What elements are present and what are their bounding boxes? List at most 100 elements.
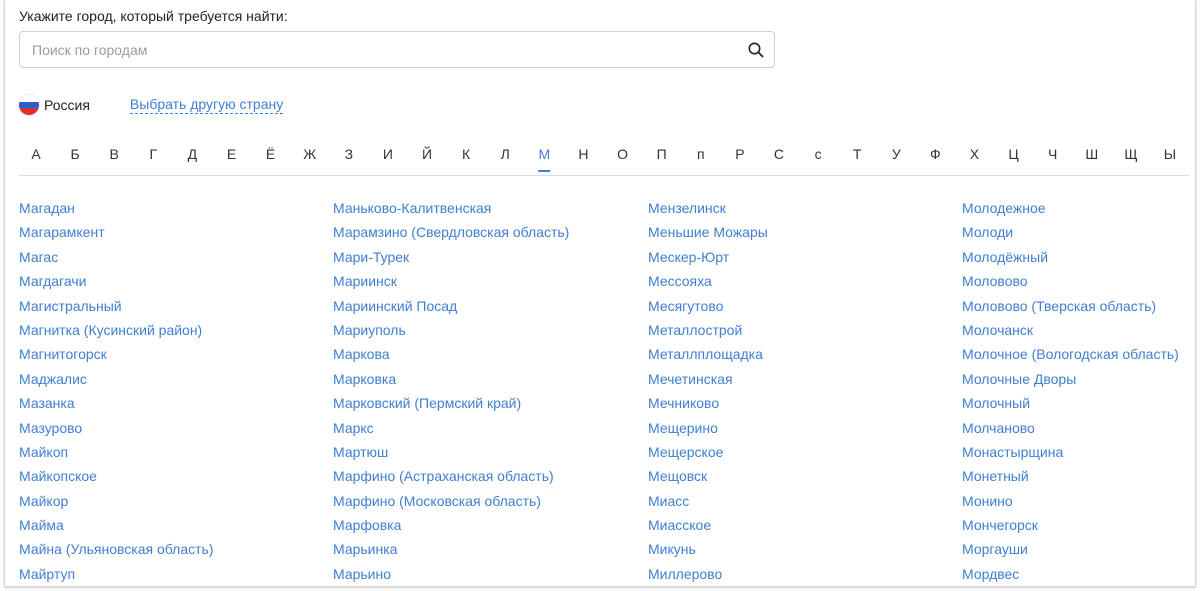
city-link[interactable]: Магдагачи bbox=[19, 269, 213, 293]
letter-tab[interactable]: И bbox=[383, 146, 393, 170]
letter-tab[interactable]: У bbox=[892, 146, 901, 170]
city-link[interactable]: Меньшие Можары bbox=[648, 220, 768, 244]
city-link[interactable]: Мариинский Посад bbox=[333, 294, 569, 318]
letter-tab[interactable]: Е bbox=[227, 146, 236, 170]
city-link[interactable]: Молчаново bbox=[962, 416, 1179, 440]
letter-tab[interactable]: С bbox=[774, 146, 784, 170]
city-link[interactable]: Молоди bbox=[962, 220, 1179, 244]
city-link[interactable]: Молочные Дворы bbox=[962, 367, 1179, 391]
letter-tab[interactable]: П bbox=[657, 146, 667, 170]
letter-tab[interactable]: К bbox=[462, 146, 470, 170]
city-link[interactable]: Марковка bbox=[333, 367, 569, 391]
letter-tab[interactable]: Ц bbox=[1008, 146, 1018, 170]
city-link[interactable]: Месягутово bbox=[648, 294, 768, 318]
city-search-input[interactable] bbox=[20, 32, 732, 67]
city-link[interactable]: Мончегорск bbox=[962, 513, 1179, 537]
letter-tab[interactable]: Ы bbox=[1164, 146, 1176, 170]
city-link[interactable]: Марфовка bbox=[333, 513, 569, 537]
letter-tab[interactable]: М bbox=[538, 146, 551, 172]
city-link[interactable]: Марковский (Пермский край) bbox=[333, 391, 569, 415]
city-column: Молодежное Молоди Молодёжный Моловово Молово… bbox=[962, 196, 1179, 586]
city-link[interactable]: Молочанск bbox=[962, 318, 1179, 342]
letter-tab[interactable]: Д bbox=[188, 146, 197, 170]
city-link[interactable]: Металлострой bbox=[648, 318, 768, 342]
letter-tab[interactable]: Ё bbox=[266, 146, 275, 170]
city-link[interactable]: Маньково-Калитвенская bbox=[333, 196, 569, 220]
city-link[interactable]: Мечетинская bbox=[648, 367, 768, 391]
city-link[interactable]: Мариуполь bbox=[333, 318, 569, 342]
city-column: Магадан Магарамкент Магас Магдагачи Магистра… bbox=[19, 196, 213, 586]
letter-tab[interactable]: Т bbox=[853, 146, 862, 170]
letter-tab[interactable]: Й bbox=[422, 146, 432, 170]
current-country: Россия bbox=[44, 97, 90, 113]
city-link[interactable]: Магистральный bbox=[19, 294, 213, 318]
city-link[interactable]: Мазанка bbox=[19, 391, 213, 415]
letter-tab[interactable]: Б bbox=[71, 146, 80, 170]
city-link[interactable]: Мессояха bbox=[648, 269, 768, 293]
city-link[interactable]: Монастырщина bbox=[962, 440, 1179, 464]
letter-tab[interactable]: Ш bbox=[1085, 146, 1098, 170]
city-link[interactable]: Маркс bbox=[333, 416, 569, 440]
city-link[interactable]: Маркова bbox=[333, 342, 569, 366]
letter-tab[interactable]: Л bbox=[501, 146, 510, 170]
city-link[interactable]: Мескер-Юрт bbox=[648, 245, 768, 269]
city-link[interactable]: Марамзино (Свердловская область) bbox=[333, 220, 569, 244]
city-link[interactable]: Майкоп bbox=[19, 440, 213, 464]
city-link[interactable]: Моргауши bbox=[962, 537, 1179, 561]
city-link[interactable]: Магарамкент bbox=[19, 220, 213, 244]
search-icon[interactable] bbox=[747, 41, 765, 59]
city-link[interactable]: Майкор bbox=[19, 489, 213, 513]
letter-tab[interactable]: О bbox=[617, 146, 628, 170]
letter-tab[interactable]: п bbox=[697, 146, 705, 170]
letter-tab[interactable]: Н bbox=[578, 146, 588, 170]
city-link[interactable]: Мечниково bbox=[648, 391, 768, 415]
city-link[interactable]: Моловово (Тверская область) bbox=[962, 294, 1179, 318]
city-search-box[interactable] bbox=[19, 31, 775, 68]
city-link[interactable]: Мазурово bbox=[19, 416, 213, 440]
city-link[interactable]: Миасское bbox=[648, 513, 768, 537]
city-link[interactable]: Монетный bbox=[962, 464, 1179, 488]
letter-tab[interactable]: Р bbox=[735, 146, 744, 170]
city-link[interactable]: Магас bbox=[19, 245, 213, 269]
city-link[interactable]: Марфино (Московская область) bbox=[333, 489, 569, 513]
city-link[interactable]: Моловово bbox=[962, 269, 1179, 293]
city-link[interactable]: Молочный bbox=[962, 391, 1179, 415]
city-link[interactable]: Мещовск bbox=[648, 464, 768, 488]
letter-tab[interactable]: В bbox=[110, 146, 119, 170]
city-link[interactable]: Монино bbox=[962, 489, 1179, 513]
change-country-link[interactable]: Выбрать другую страну bbox=[129, 96, 284, 114]
letter-tab[interactable]: З bbox=[345, 146, 353, 170]
city-link[interactable]: Молодёжный bbox=[962, 245, 1179, 269]
letter-tab[interactable]: с bbox=[815, 146, 822, 170]
city-link[interactable]: Майна (Ульяновская область) bbox=[19, 537, 213, 561]
city-link[interactable]: Микунь bbox=[648, 537, 768, 561]
city-link[interactable]: Металлплощадка bbox=[648, 342, 768, 366]
city-link[interactable]: Мари-Турек bbox=[333, 245, 569, 269]
letter-tab[interactable]: Ж bbox=[303, 146, 316, 170]
letter-tab[interactable]: Щ bbox=[1124, 146, 1137, 170]
city-link[interactable]: Миасс bbox=[648, 489, 768, 513]
city-link[interactable]: Майкопское bbox=[19, 464, 213, 488]
city-link[interactable]: Молочное (Вологодская область) bbox=[962, 342, 1179, 366]
city-link[interactable]: Маджалис bbox=[19, 367, 213, 391]
city-link[interactable]: Магнитка (Кусинский район) bbox=[19, 318, 213, 342]
letter-tab[interactable]: А bbox=[31, 146, 40, 170]
scroll-fade bbox=[5, 580, 1195, 586]
letter-tab[interactable]: Х bbox=[970, 146, 979, 170]
city-link[interactable]: Мещерино bbox=[648, 416, 768, 440]
city-picker-panel: Укажите город, который требуется найти: … bbox=[4, 0, 1196, 587]
city-link[interactable]: Мензелинск bbox=[648, 196, 768, 220]
city-link[interactable]: Майма bbox=[19, 513, 213, 537]
city-column: Маньково-Калитвенская Марамзино (Свердлов… bbox=[333, 196, 569, 586]
city-link[interactable]: Марьинка bbox=[333, 537, 569, 561]
city-link[interactable]: Магнитогорск bbox=[19, 342, 213, 366]
city-link[interactable]: Магадан bbox=[19, 196, 213, 220]
city-link[interactable]: Молодежное bbox=[962, 196, 1179, 220]
city-link[interactable]: Мещерское bbox=[648, 440, 768, 464]
letter-tab[interactable]: Г bbox=[150, 146, 158, 170]
city-link[interactable]: Мариинск bbox=[333, 269, 569, 293]
letter-tab[interactable]: Ф bbox=[930, 146, 941, 170]
letter-tab[interactable]: Ч bbox=[1048, 146, 1057, 170]
city-link[interactable]: Марфино (Астраханская область) bbox=[333, 464, 569, 488]
city-link[interactable]: Мартюш bbox=[333, 440, 569, 464]
